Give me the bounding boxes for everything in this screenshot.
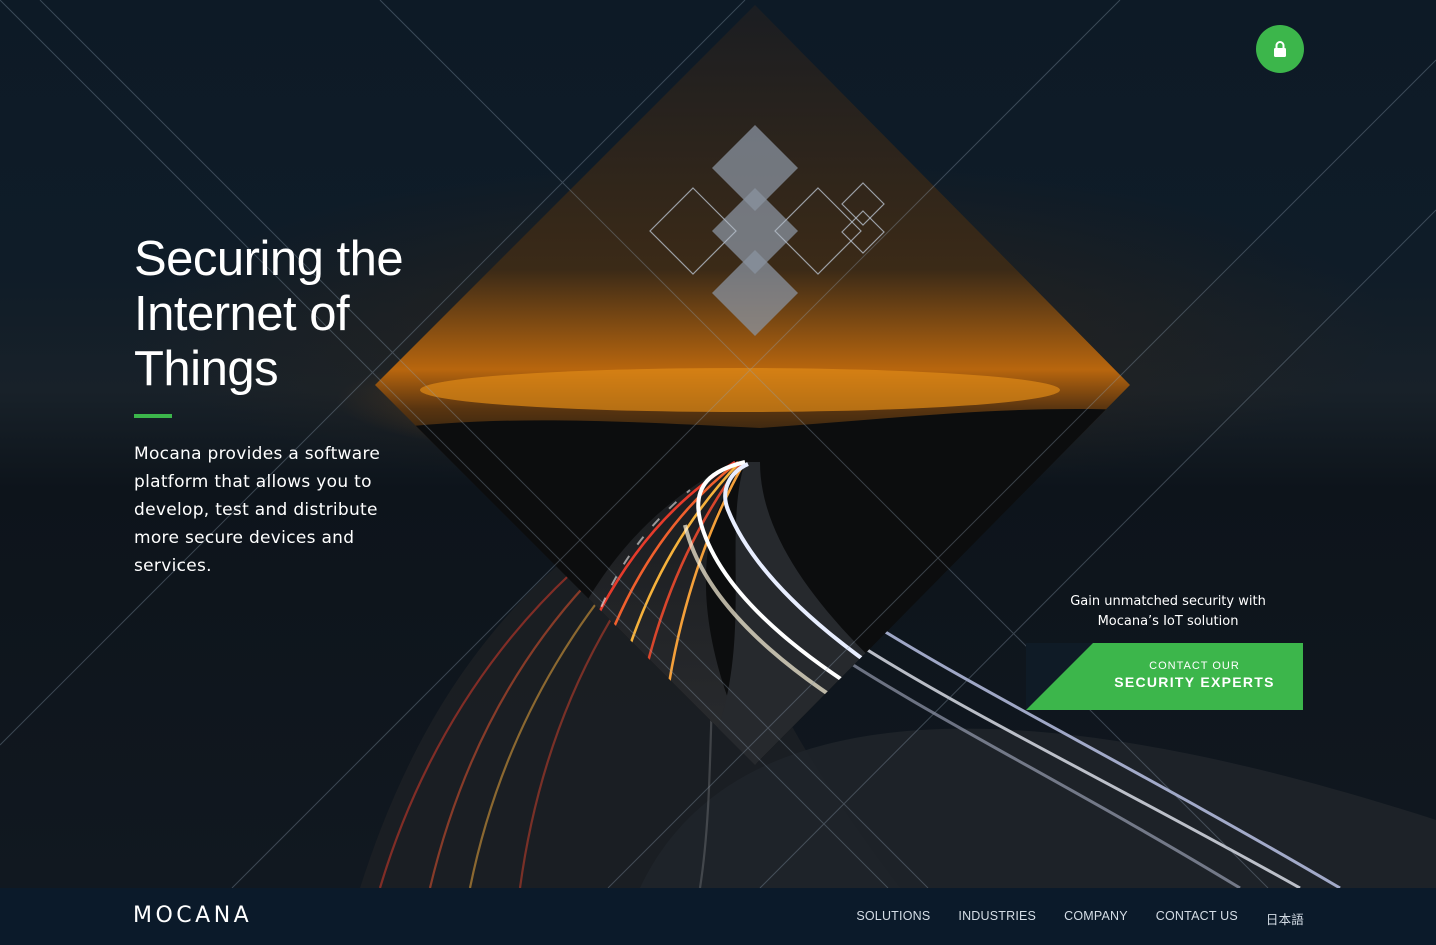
footer-nav: SOLUTIONS INDUSTRIES COMPANY CONTACT US … <box>856 909 1304 928</box>
lock-button[interactable] <box>1256 25 1304 73</box>
nav-industries[interactable]: INDUSTRIES <box>958 909 1036 928</box>
lock-icon <box>1274 40 1286 57</box>
mocana-logo[interactable]: MOCANA <box>133 903 252 928</box>
hero-intro-text: Mocana provides a software platform that… <box>134 444 381 576</box>
headline-divider <box>134 414 172 418</box>
nav-solutions[interactable]: SOLUTIONS <box>856 909 930 928</box>
hero-headline: Securing the Internet of Things <box>134 232 404 396</box>
nav-japanese[interactable]: 日本語 <box>1266 909 1304 928</box>
contact-security-experts-button[interactable]: CONTACT OUR SECURITY EXPERTS <box>1026 643 1303 710</box>
nav-contact-us[interactable]: CONTACT US <box>1156 909 1238 928</box>
button-notch <box>1026 643 1093 710</box>
cta-button-small-label: CONTACT OUR <box>1149 660 1240 672</box>
cta-button-big-label: SECURITY EXPERTS <box>1114 674 1275 690</box>
cta-description: Gain unmatched security with Mocana’s Io… <box>1070 594 1266 629</box>
hero-section: Securing the Internet of Things Mocana p… <box>0 0 1436 888</box>
nav-company[interactable]: COMPANY <box>1064 909 1128 928</box>
